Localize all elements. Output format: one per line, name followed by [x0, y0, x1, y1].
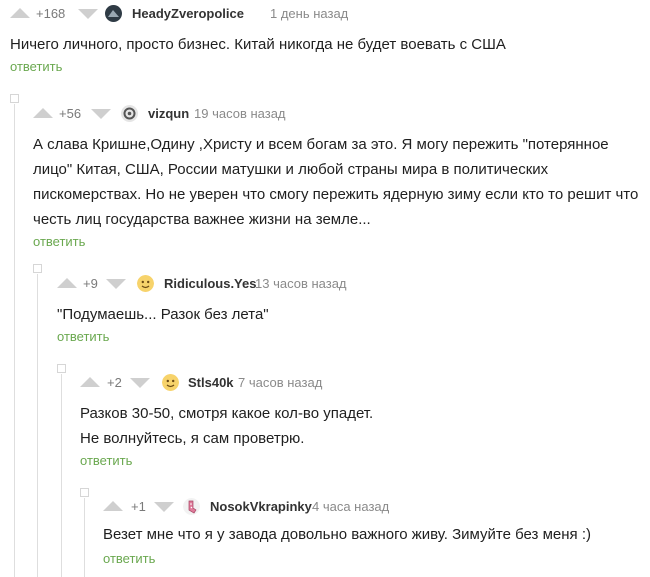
upvote-arrow-icon[interactable] [10, 8, 30, 18]
upvote-arrow-icon[interactable] [57, 278, 77, 288]
downvote-arrow-icon[interactable] [106, 279, 126, 289]
reply-link[interactable]: ответить [10, 59, 650, 74]
downvote-arrow-icon[interactable] [78, 9, 98, 19]
comment-header: +56 vizqun 19 часов назад [33, 102, 650, 124]
thread-line [61, 374, 62, 577]
comment-time: 1 день назад [270, 6, 349, 21]
reply-link[interactable]: ответить [57, 329, 650, 344]
dark-avatar-icon[interactable] [105, 5, 122, 22]
comment-time: 19 часов назад [194, 106, 286, 121]
comment-text: Разков 30-50, смотря какое кол-во упадет… [80, 405, 374, 447]
upvote-arrow-icon[interactable] [33, 108, 53, 118]
yellow-face-avatar-icon[interactable] [137, 275, 154, 292]
collapse-thread-toggle[interactable] [33, 264, 42, 273]
collapse-thread-toggle[interactable] [80, 488, 89, 497]
thread-line [14, 104, 15, 577]
comment-author[interactable]: NosokVkrapinky [210, 499, 312, 514]
upvote-arrow-icon[interactable] [103, 501, 123, 511]
upvote-arrow-icon[interactable] [80, 377, 100, 387]
comment-header: +168 HeadyZveropolice 1 день назад [10, 2, 650, 24]
comment-score: +168 [36, 6, 66, 21]
comment-4: +1 NosokVkrapinky 4 часа назад Везет мне… [103, 495, 650, 566]
comment-time: 7 часов назад [238, 375, 323, 390]
comment-text: "Подумаешь... Разок без лета" [57, 306, 269, 323]
comment-text: Ничего личного, просто бизнес. Китай ник… [10, 36, 506, 53]
comment-author[interactable]: HeadyZveropolice [132, 6, 244, 21]
comment-author[interactable]: Stls40k [188, 375, 234, 390]
comment-author[interactable]: Ridiculous.Yes [164, 276, 256, 291]
sock-avatar-icon[interactable] [183, 498, 200, 515]
comment-time: 4 часа назад [312, 499, 390, 514]
collapse-thread-toggle[interactable] [10, 94, 19, 103]
thread-line [37, 274, 38, 577]
reply-link[interactable]: ответить [33, 234, 650, 249]
downvote-arrow-icon[interactable] [130, 378, 150, 388]
downvote-arrow-icon[interactable] [154, 502, 174, 512]
reply-link[interactable]: ответить [80, 453, 650, 468]
comment-author[interactable]: vizqun [148, 106, 189, 121]
downvote-arrow-icon[interactable] [91, 109, 111, 119]
comment-header: +2 Stls40k 7 часов назад [80, 371, 650, 393]
collapse-thread-toggle[interactable] [57, 364, 66, 373]
comment-score: +2 [107, 375, 122, 390]
comment-score: +56 [59, 106, 82, 121]
comment-header: +9 Ridiculous.Yes 13 часов назад [57, 272, 650, 294]
comment-0: +168 HeadyZveropolice 1 день назад Ничег… [10, 2, 650, 74]
yellow-face-avatar-icon[interactable] [162, 374, 179, 391]
comment-1: +56 vizqun 19 часов назад А слава Кришне… [33, 102, 650, 249]
comment-header: +1 NosokVkrapinky 4 часа назад [103, 495, 650, 517]
comment-score: +1 [131, 499, 146, 514]
gray-avatar-icon[interactable] [121, 105, 138, 122]
comment-time: 13 часов назад [255, 276, 347, 291]
comment-2: +9 Ridiculous.Yes 13 часов назад "Подума… [57, 272, 650, 344]
thread-line [84, 498, 85, 577]
comment-score: +9 [83, 276, 98, 291]
comment-text: А слава Кришне,Одину ,Христу и всем бога… [33, 136, 639, 228]
comment-text: Везет мне что я у завода довольно важног… [103, 526, 591, 543]
reply-link[interactable]: ответить [103, 551, 650, 566]
comment-3: +2 Stls40k 7 часов назад Разков 30-50, с… [80, 371, 650, 468]
